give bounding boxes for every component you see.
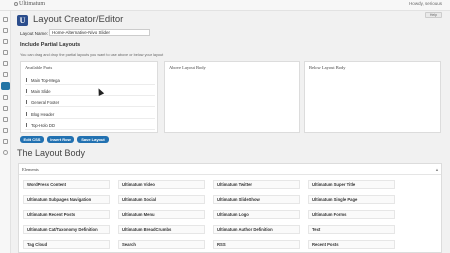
element-item[interactable]: Ultimatum Twitter (213, 180, 300, 189)
edit-css-button[interactable]: Edit CSS (20, 136, 44, 143)
page-title: Layout Creator/Editor (33, 14, 124, 25)
part-item[interactable]: Main Slide (25, 87, 155, 96)
part-item[interactable]: Blog Header (25, 110, 155, 119)
layout-name-label: Layout Name: (20, 31, 49, 36)
element-item[interactable]: Recent Posts (308, 240, 395, 249)
element-item[interactable]: RSS (213, 240, 300, 249)
ultimatum-logo: U (17, 15, 28, 26)
element-item[interactable]: Ultimatum Logo (213, 210, 300, 219)
available-parts-title: Available Parts (25, 65, 53, 70)
element-item[interactable]: Search (118, 240, 205, 249)
element-item[interactable]: Ultimatum Cat/Taxonomy Definition (23, 225, 110, 234)
element-item[interactable]: Ultimatum BreadCrumbs (118, 225, 205, 234)
element-item[interactable]: Ultimatum Single Page (308, 195, 395, 204)
layout-name-input[interactable] (49, 29, 150, 36)
media-icon[interactable] (3, 39, 8, 44)
drag-handle-icon[interactable] (26, 112, 27, 116)
part-item[interactable]: General Footer (25, 98, 155, 107)
site-name-link[interactable]: Ultimatum (19, 1, 45, 7)
element-item[interactable]: Ultimatum Author Definition (213, 225, 300, 234)
element-item[interactable]: WordPress Content (23, 180, 110, 189)
element-item[interactable]: Ultimatum Forms (308, 210, 395, 219)
below-layout-body-dropzone[interactable]: Below Layout Body (304, 61, 441, 133)
user-account-menu[interactable]: Howdy, seriouus (409, 1, 442, 6)
partial-layouts-heading: Include Partial Layouts (20, 42, 81, 48)
element-item[interactable]: Ultimatum Subpages Navigation (23, 195, 110, 204)
element-item[interactable]: Ultimatum Social (118, 195, 205, 204)
insert-row-button[interactable]: Insert Row (47, 136, 74, 143)
elements-header[interactable]: Elements ▲ (19, 164, 441, 175)
partial-layouts-description: You can drag and drop the partial layout… (20, 53, 164, 57)
element-item[interactable]: Ultimatum SlideShow (213, 195, 300, 204)
links-icon[interactable] (3, 50, 8, 55)
plugins-icon[interactable] (3, 106, 8, 111)
element-item[interactable]: Ultimatum Menu (118, 210, 205, 219)
below-layout-body-title: Below Layout Body (309, 65, 346, 70)
settings-icon[interactable] (3, 139, 8, 144)
wordpress-icon[interactable] (14, 2, 18, 6)
collapse-arrow-icon[interactable]: ▲ (435, 167, 439, 172)
above-layout-body-dropzone[interactable]: Above Layout Body (164, 61, 300, 133)
element-item[interactable]: Tag Cloud (23, 240, 110, 249)
tools-icon[interactable] (3, 128, 8, 133)
element-item[interactable]: Ultimatum Super Title (308, 180, 395, 189)
ultimatum-icon[interactable] (1, 82, 10, 90)
layout-body-title: The Layout Body (17, 148, 86, 158)
elements-panel: Elements ▲ WordPress Content Ultimatum V… (18, 163, 442, 253)
save-layout-button[interactable]: Save Layout (77, 136, 109, 143)
admin-bar: Ultimatum Howdy, seriouus (0, 0, 450, 11)
help-button[interactable]: Help (425, 12, 442, 18)
dashboard-icon[interactable] (3, 17, 8, 22)
part-item[interactable]: Top-Holo DD (25, 121, 155, 130)
drag-handle-icon[interactable] (26, 89, 27, 93)
collapse-menu-icon[interactable] (3, 150, 8, 155)
drag-handle-icon[interactable] (26, 100, 27, 104)
drag-handle-icon[interactable] (26, 78, 27, 82)
available-parts-panel: Available Parts Main Top-Mega Main Slide… (20, 61, 158, 133)
drag-handle-icon[interactable] (26, 123, 27, 127)
users-icon[interactable] (3, 117, 8, 122)
element-item[interactable]: Ultimatum Recent Posts (23, 210, 110, 219)
appearance-icon[interactable] (3, 95, 8, 100)
pages-icon[interactable] (3, 61, 8, 66)
element-item[interactable]: Text (308, 225, 395, 234)
posts-icon[interactable] (3, 28, 8, 33)
element-item[interactable]: Ultimatum Video (118, 180, 205, 189)
elements-title: Elements (22, 167, 39, 172)
above-layout-body-title: Above Layout Body (169, 65, 206, 70)
part-item[interactable]: Main Top-Mega (25, 76, 155, 85)
comments-icon[interactable] (3, 72, 8, 77)
admin-sidebar (0, 11, 11, 253)
